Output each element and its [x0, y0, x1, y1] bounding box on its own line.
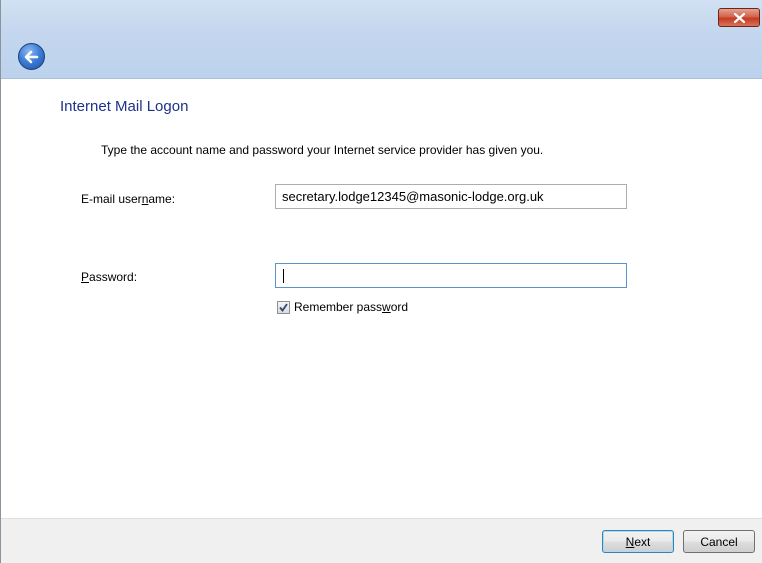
username-label-part: E-mail user: [81, 192, 142, 206]
wizard-content: Internet Mail Logon Type the account nam…: [1, 79, 762, 518]
username-input[interactable]: [275, 184, 627, 209]
checkbox-box[interactable]: [277, 300, 290, 314]
username-label-part: ame:: [148, 192, 176, 206]
remember-label-part: ord: [390, 300, 409, 314]
back-button[interactable]: [18, 43, 45, 70]
close-button[interactable]: [718, 8, 760, 27]
username-label: E-mail username:: [81, 192, 175, 206]
cancel-button[interactable]: Cancel: [683, 530, 755, 553]
back-arrow-icon: [24, 50, 39, 63]
remember-label-mnemonic: w: [382, 300, 391, 314]
next-button[interactable]: Next: [602, 530, 674, 553]
password-label-part: assword:: [89, 270, 138, 284]
instruction-text: Type the account name and password your …: [101, 143, 544, 157]
button-bar: Next Cancel: [1, 518, 762, 563]
next-mnemonic: N: [625, 534, 635, 549]
next-label: ext: [634, 534, 651, 549]
password-input[interactable]: [275, 263, 627, 288]
text-caret: [283, 269, 284, 283]
password-label: Password:: [81, 270, 137, 284]
remember-password-checkbox[interactable]: Remember password: [277, 300, 408, 314]
remember-password-label: Remember password: [294, 300, 408, 314]
cancel-label: Cancel: [700, 534, 738, 549]
page-title: Internet Mail Logon: [60, 98, 189, 115]
close-icon: [733, 12, 745, 23]
title-bar: [1, 0, 762, 79]
checkmark-icon: [279, 302, 288, 312]
remember-label-part: Remember pass: [294, 300, 383, 314]
password-label-mnemonic: P: [81, 270, 90, 284]
internet-mail-logon-dialog: Internet Mail Logon Type the account nam…: [0, 0, 762, 563]
